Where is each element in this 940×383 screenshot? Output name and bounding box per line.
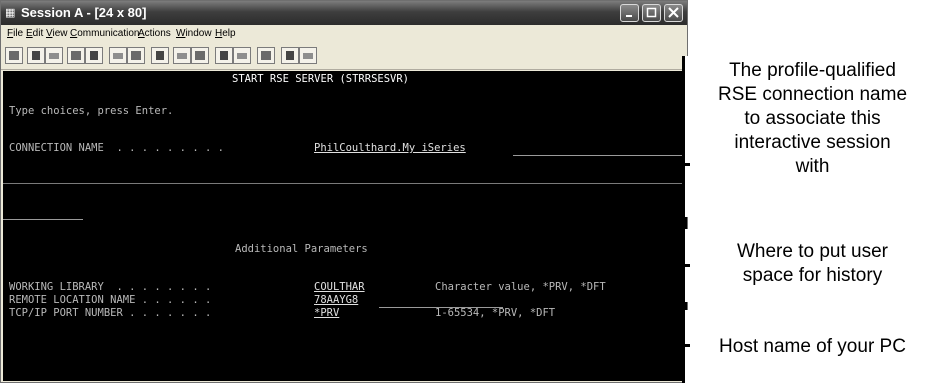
menu-bar: File Edit View Communication Actions Win… xyxy=(1,25,687,43)
working-library-label: WORKING LIBRARY . . . . . . . . xyxy=(9,281,212,293)
receive-button[interactable] xyxy=(85,47,103,64)
display-icon xyxy=(113,53,123,59)
display-button[interactable] xyxy=(109,47,127,64)
callout-line: RSE connection name xyxy=(717,84,908,105)
menu-view[interactable]: View xyxy=(46,28,68,39)
send-icon xyxy=(71,51,81,60)
window-title: Session A - [24 x 80] xyxy=(21,5,147,20)
help-button[interactable] xyxy=(299,47,317,64)
palette-icon xyxy=(286,51,294,60)
play-macro-button[interactable] xyxy=(191,47,209,64)
record-macro-button[interactable] xyxy=(173,47,191,64)
minimize-button[interactable] xyxy=(620,4,639,22)
paste-button[interactable] xyxy=(45,47,63,64)
remote-location-field[interactable]: 78AAYG8 xyxy=(314,294,358,307)
close-button[interactable] xyxy=(664,4,683,22)
color-button[interactable] xyxy=(281,47,299,64)
port-number-field[interactable]: *PRV xyxy=(314,307,339,320)
menu-help[interactable]: Help xyxy=(215,28,236,39)
working-library-field[interactable]: COULTHAR xyxy=(314,281,365,294)
menu-edit[interactable]: Edit xyxy=(26,28,43,39)
callout-connection-name: The profile-qualified RSE connection nam… xyxy=(682,56,940,217)
menu-actions[interactable]: Actions xyxy=(138,28,171,39)
toolbar xyxy=(1,43,687,70)
print-screen-button[interactable] xyxy=(5,47,23,64)
working-library-hint: Character value, *PRV, *DFT xyxy=(435,281,606,293)
clipboard-button[interactable] xyxy=(257,47,275,64)
callout-line: interactive session xyxy=(734,132,891,153)
callout-line: Where to put user xyxy=(736,241,889,262)
copy-icon xyxy=(32,51,40,60)
minimize-icon xyxy=(626,15,632,17)
additional-parameters-header: Additional Parameters xyxy=(235,243,368,255)
receive-icon xyxy=(90,51,98,60)
copy-button[interactable] xyxy=(27,47,45,64)
help-icon xyxy=(303,53,313,59)
port-number-label: TCP/IP PORT NUMBER . . . . . . . xyxy=(9,307,212,319)
menu-communication[interactable]: Communication xyxy=(70,28,140,39)
paste-icon xyxy=(49,53,59,59)
connection-name-field[interactable]: PhilCoulthard.My iSeries xyxy=(314,142,466,155)
macro-button[interactable] xyxy=(151,47,169,64)
disconnect-icon xyxy=(237,53,247,59)
maximize-icon xyxy=(646,7,657,18)
send-button[interactable] xyxy=(67,47,85,64)
callout-line: space for history xyxy=(742,265,883,286)
terminal-screen[interactable]: START RSE SERVER (STRRSESVR) Type choice… xyxy=(3,71,687,381)
callout-line: Host name of your PC xyxy=(719,336,906,357)
callout-line: with xyxy=(795,156,830,177)
connection-name-label: CONNECTION NAME . . . . . . . . . xyxy=(9,142,224,154)
clipboard-icon xyxy=(261,51,271,60)
callout-pointer xyxy=(684,163,690,166)
callout-pointer xyxy=(684,264,690,267)
keypad-button[interactable] xyxy=(127,47,145,64)
menu-window[interactable]: Window xyxy=(176,28,212,39)
callout-line: to associate this xyxy=(744,108,881,129)
connect-button[interactable] xyxy=(215,47,233,64)
print-icon xyxy=(9,51,19,60)
callout-line: The profile-qualified xyxy=(729,60,896,81)
screen-title: START RSE SERVER (STRRSESVR) xyxy=(232,73,410,85)
emulator-window: ▦ Session A - [24 x 80] File Edit View C… xyxy=(0,0,688,383)
close-icon xyxy=(668,7,679,18)
record-icon xyxy=(177,53,187,59)
callout-working-library: Where to put user space for history xyxy=(682,229,940,302)
maximize-button[interactable] xyxy=(642,4,661,22)
macro-icon xyxy=(156,51,164,60)
play-icon xyxy=(195,51,205,60)
title-bar[interactable]: ▦ Session A - [24 x 80] xyxy=(1,1,687,25)
callout-pointer xyxy=(684,344,690,347)
field-underline xyxy=(3,219,83,220)
system-menu-icon[interactable]: ▦ xyxy=(5,6,18,19)
divider xyxy=(3,183,687,184)
instructions-text: Type choices, press Enter. xyxy=(9,105,174,117)
connect-icon xyxy=(220,51,228,60)
remote-location-label: REMOTE LOCATION NAME . . . . . . xyxy=(9,294,212,306)
menu-file[interactable]: File xyxy=(7,28,23,39)
disconnect-button[interactable] xyxy=(233,47,251,64)
port-number-hint: 1-65534, *PRV, *DFT xyxy=(435,307,556,319)
keypad-icon xyxy=(131,51,141,60)
connection-name-underline xyxy=(513,155,685,156)
callout-host-name: Host name of your PC xyxy=(682,310,940,383)
